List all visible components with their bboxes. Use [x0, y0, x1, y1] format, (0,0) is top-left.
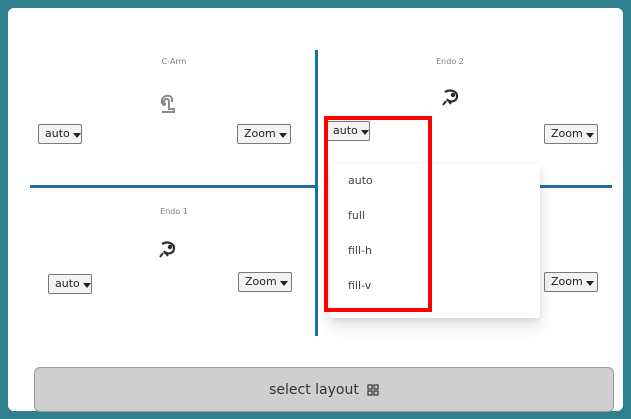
fit-select-value: auto: [55, 277, 80, 290]
chevron-down-icon: [72, 132, 81, 138]
fit-select-value: auto: [45, 127, 70, 140]
zoom-button-c-arm[interactable]: Zoom: [237, 124, 291, 144]
zoom-label: Zoom: [244, 127, 276, 140]
horizontal-divider-left: [30, 185, 318, 188]
vertical-divider: [315, 50, 318, 336]
zoom-label: Zoom: [245, 275, 277, 288]
chevron-down-icon: [278, 132, 287, 138]
dropdown-option-full[interactable]: full: [348, 209, 365, 222]
viewer-panel: C-Arm auto Zoom Endo 2 auto Zoom Endo 1 …: [8, 8, 623, 412]
fit-select-c-arm[interactable]: auto: [38, 124, 82, 144]
chevron-down-icon: [585, 280, 594, 286]
endoscope-icon: [442, 89, 459, 106]
horizontal-divider-right: [536, 185, 612, 188]
dropdown-option-fill-v[interactable]: fill-v: [348, 279, 371, 292]
zoom-label: Zoom: [551, 275, 583, 288]
quadrant-title-endo-1: Endo 1: [160, 207, 188, 216]
fit-options-dropdown: auto full fill-h fill-v: [330, 164, 540, 318]
zoom-button-bottom-right[interactable]: Zoom: [544, 272, 598, 292]
chevron-down-icon: [82, 282, 91, 288]
fit-select-value: auto: [333, 124, 358, 137]
zoom-button-endo-1[interactable]: Zoom: [238, 272, 292, 292]
zoom-label: Zoom: [551, 127, 583, 140]
grid-layout-icon: [367, 383, 379, 396]
chevron-down-icon: [279, 280, 288, 286]
chevron-down-icon: [585, 132, 594, 138]
dropdown-option-fill-h[interactable]: fill-h: [348, 244, 372, 257]
quadrant-title-c-arm: C-Arm: [161, 57, 187, 66]
quadrant-title-endo-2: Endo 2: [436, 57, 464, 66]
dropdown-option-auto[interactable]: auto: [348, 174, 373, 187]
app-frame: C-Arm auto Zoom Endo 2 auto Zoom Endo 1 …: [0, 0, 631, 419]
zoom-button-endo-2[interactable]: Zoom: [544, 124, 598, 144]
select-layout-label: select layout: [269, 381, 359, 398]
chevron-down-icon: [360, 129, 369, 135]
c-arm-icon: [160, 94, 175, 113]
select-layout-button[interactable]: select layout: [34, 367, 614, 412]
fit-select-endo-2[interactable]: auto: [326, 121, 370, 141]
fit-select-endo-1[interactable]: auto: [48, 274, 92, 294]
endoscope-icon: [159, 241, 176, 258]
